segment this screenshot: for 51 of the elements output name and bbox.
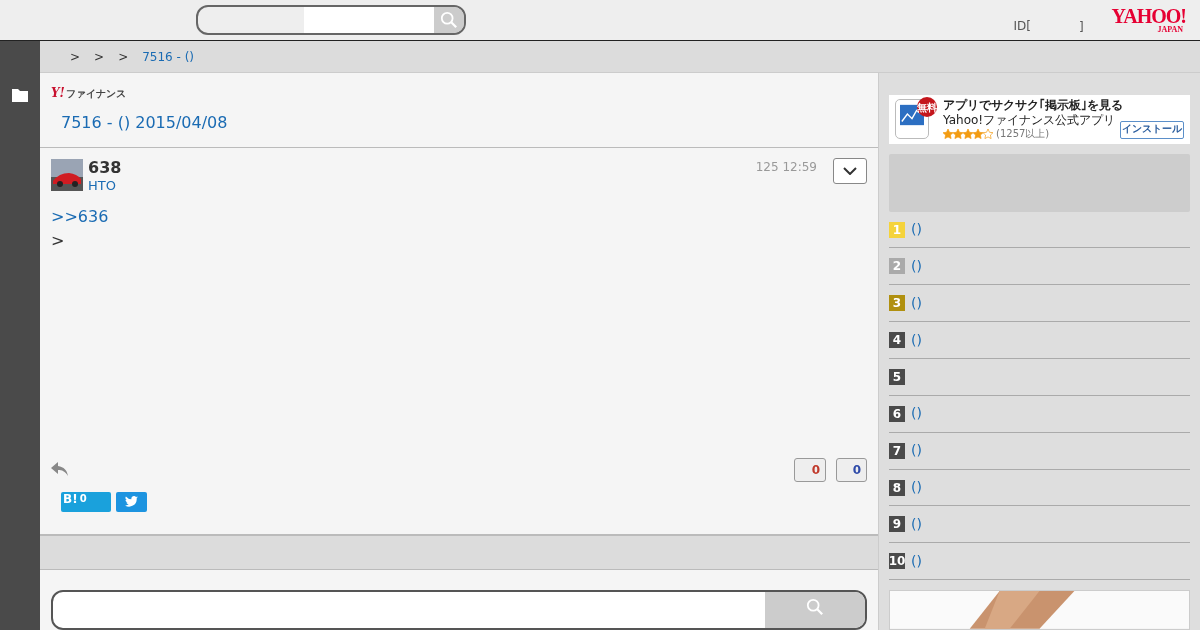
like-button[interactable]: 0 (794, 458, 826, 482)
login-link[interactable]: ID[ (1013, 17, 1031, 35)
search-icon (806, 598, 824, 616)
rank-badge: 10 (889, 553, 905, 570)
breadcrumb-item[interactable]: > (118, 47, 129, 66)
breadcrumb-item[interactable]: > (94, 47, 105, 66)
search-icon (440, 11, 458, 29)
ranking-link[interactable]: () (911, 292, 922, 314)
login-link-end: ] (1078, 19, 1084, 36)
ranking-link[interactable]: () (911, 219, 922, 240)
twitter-share-button[interactable] (116, 492, 147, 512)
ranking-link[interactable]: () (911, 403, 922, 425)
ad-title: アプリでサクサク｢掲示板｣を見る (943, 98, 1124, 114)
search-field[interactable] (51, 590, 867, 630)
yahoo-japan-logo[interactable]: YAHOO! JAPAN (1111, 6, 1186, 34)
folder-icon[interactable] (12, 88, 28, 102)
rank-badge: 5 (889, 368, 905, 385)
rank-badge: 2 (889, 258, 905, 275)
ranking-link[interactable]: () (911, 329, 922, 351)
post-body: > (51, 230, 66, 253)
post-number: 638 (88, 158, 122, 179)
rank-badge: 8 (889, 479, 905, 496)
review-count: (1257以上) (996, 128, 1050, 141)
author-link[interactable]: HTO (88, 178, 122, 195)
breadcrumb-item[interactable]: > (70, 47, 81, 66)
bird-icon (125, 496, 138, 508)
rank-badge: 9 (889, 516, 905, 533)
ranking-link[interactable]: () (911, 550, 922, 572)
rank-badge: 4 (889, 332, 905, 349)
rank-badge: 1 (889, 221, 905, 238)
post-time: 125 12:59 (755, 159, 817, 177)
ranking-link[interactable]: () (911, 477, 922, 498)
install-button[interactable]: インストール (1120, 120, 1184, 139)
rank-badge: 7 (889, 442, 905, 459)
ranking-link[interactable]: () (911, 513, 922, 535)
ad-subtitle: Yahoo!ファイナンス公式アプリ (943, 113, 1116, 128)
dislike-button[interactable]: 0 (836, 458, 867, 482)
reply-icon[interactable] (51, 462, 68, 478)
search-field[interactable] (196, 5, 466, 35)
chevron-down-icon (843, 167, 857, 176)
rank-badge: 3 (889, 295, 905, 312)
free-badge: 無料 (917, 97, 937, 117)
ranking-link[interactable]: () (911, 255, 922, 277)
yahoo-finance-logo[interactable]: Y!ファイナンス (51, 87, 867, 99)
reply-link[interactable]: >>636 (51, 205, 867, 230)
board-title[interactable]: 7516 - () 2015/04/08 (61, 111, 867, 135)
rank-badge: 6 (889, 405, 905, 422)
ranking-link[interactable]: () (911, 440, 922, 462)
menu-dropdown-button[interactable] (833, 158, 867, 185)
hatena-bookmark-button[interactable]: B! 0 (61, 492, 111, 512)
breadcrumb-item[interactable]: 7516 - () (142, 47, 195, 66)
